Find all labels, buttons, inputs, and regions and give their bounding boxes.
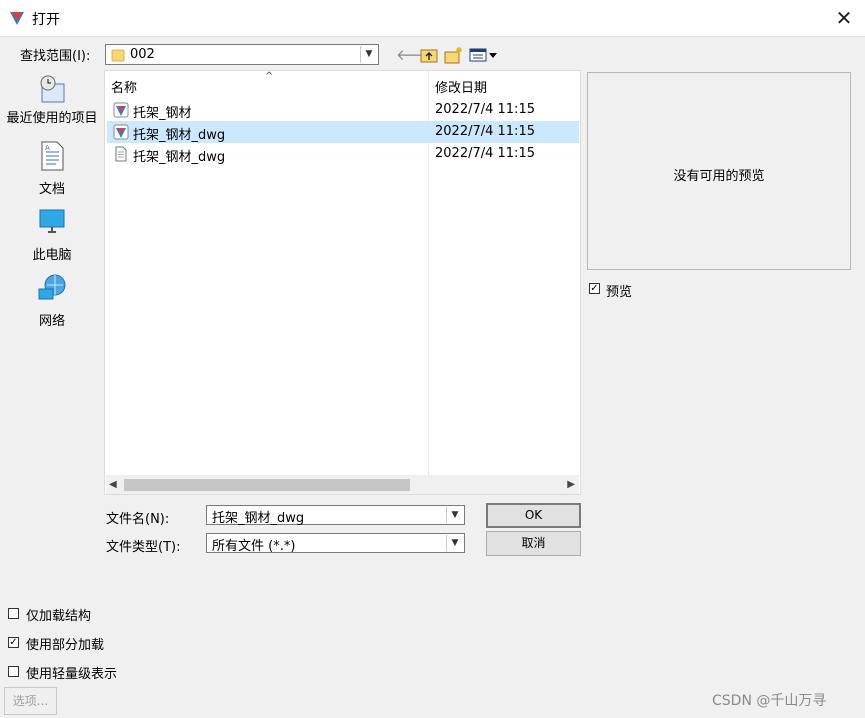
- folder-icon: [111, 49, 125, 62]
- horizontal-scrollbar[interactable]: ◀ ▶: [106, 475, 579, 494]
- preview-checkbox-label: 预览: [606, 285, 633, 300]
- load-structure-label: 仅加载结构: [26, 609, 92, 624]
- preview-pane: 没有可用的预览: [587, 72, 851, 270]
- scrollbar-thumb[interactable]: [124, 479, 410, 491]
- load-structure-checkbox[interactable]: [8, 608, 19, 619]
- filename-input[interactable]: 托架_钢材_dwg ▼: [206, 505, 465, 526]
- column-header-name[interactable]: 名称: [111, 77, 137, 96]
- documents-icon: A: [41, 141, 64, 171]
- scroll-left-icon[interactable]: ◀: [109, 475, 117, 494]
- list-item[interactable]: 托架_钢材_dwg 2022/7/4 11:15: [107, 143, 579, 165]
- partial-load-checkbox[interactable]: ✓: [8, 637, 19, 648]
- file-name: 托架_钢材_dwg: [133, 128, 226, 143]
- up-folder-icon[interactable]: [420, 46, 438, 64]
- scroll-right-icon[interactable]: ▶: [567, 475, 575, 494]
- app-file-icon: [113, 102, 129, 118]
- filetype-select[interactable]: 所有文件 (*.*) ▼: [206, 533, 465, 554]
- file-name: 托架_钢材_dwg: [133, 150, 226, 165]
- app-logo-icon: [10, 12, 24, 25]
- network-icon: [38, 274, 66, 300]
- recent-places-icon: [40, 75, 65, 103]
- new-folder-icon[interactable]: [444, 46, 464, 64]
- file-date: 2022/7/4 11:15: [435, 124, 535, 139]
- lookin-combo[interactable]: 002 ▼: [105, 44, 379, 65]
- dropdown-arrow-icon[interactable]: ▼: [446, 507, 463, 523]
- file-date: 2022/7/4 11:15: [435, 146, 535, 161]
- column-header-date[interactable]: 修改日期: [435, 77, 487, 96]
- options-button[interactable]: 选项...: [4, 687, 57, 715]
- watermark-text: CSDN @千山万寻: [712, 693, 827, 709]
- preview-message: 没有可用的预览: [673, 169, 765, 184]
- svg-text:A: A: [45, 144, 50, 152]
- partial-load-label: 使用部分加载: [26, 638, 105, 653]
- close-icon[interactable]: ✕: [830, 4, 858, 32]
- filename-value: 托架_钢材_dwg: [212, 511, 305, 526]
- places-this-pc-label: 此电脑: [32, 248, 72, 263]
- lightweight-checkbox[interactable]: [8, 666, 19, 677]
- text-file-icon: [115, 146, 127, 162]
- window-title: 打开: [32, 12, 60, 28]
- list-item[interactable]: 托架_钢材 2022/7/4 11:15: [107, 99, 579, 121]
- filetype-value: 所有文件 (*.*): [212, 539, 296, 554]
- view-menu-icon[interactable]: [469, 47, 499, 63]
- cancel-button[interactable]: 取消: [486, 531, 581, 556]
- filename-label: 文件名(N):: [106, 512, 170, 527]
- places-documents-label: 文档: [38, 182, 65, 197]
- lookin-label: 查找范围(I):: [20, 49, 91, 64]
- file-date: 2022/7/4 11:15: [435, 102, 535, 117]
- lookin-value: 002: [130, 47, 155, 62]
- ok-button[interactable]: OK: [486, 503, 581, 528]
- file-name: 托架_钢材: [133, 106, 192, 121]
- file-list[interactable]: ^ 名称 修改日期 托架_钢材 2022/7/4 11:15 托架_钢材_dwg…: [104, 70, 581, 495]
- places-documents[interactable]: A 文档: [2, 140, 102, 197]
- places-this-pc[interactable]: 此电脑: [2, 206, 102, 263]
- title-bar: 打开 ✕: [0, 0, 865, 37]
- filetype-label: 文件类型(T):: [106, 540, 181, 555]
- preview-checkbox[interactable]: ✓: [589, 283, 600, 294]
- list-item-selected[interactable]: 托架_钢材_dwg 2022/7/4 11:15: [107, 121, 579, 143]
- dropdown-arrow-icon[interactable]: ▼: [360, 46, 377, 63]
- lightweight-label: 使用轻量级表示: [26, 667, 118, 682]
- places-network[interactable]: 网络: [2, 272, 102, 329]
- sort-ascending-icon: ^: [265, 71, 274, 82]
- back-arrow-icon[interactable]: 🡐: [396, 45, 436, 65]
- places-recent-label: 最近使用的项目: [6, 111, 98, 126]
- places-recent[interactable]: 最近使用的项目: [2, 74, 102, 125]
- app-file-icon: [113, 124, 129, 140]
- this-pc-icon: [39, 209, 65, 233]
- places-network-label: 网络: [38, 314, 65, 329]
- dropdown-arrow-icon[interactable]: ▼: [446, 535, 463, 551]
